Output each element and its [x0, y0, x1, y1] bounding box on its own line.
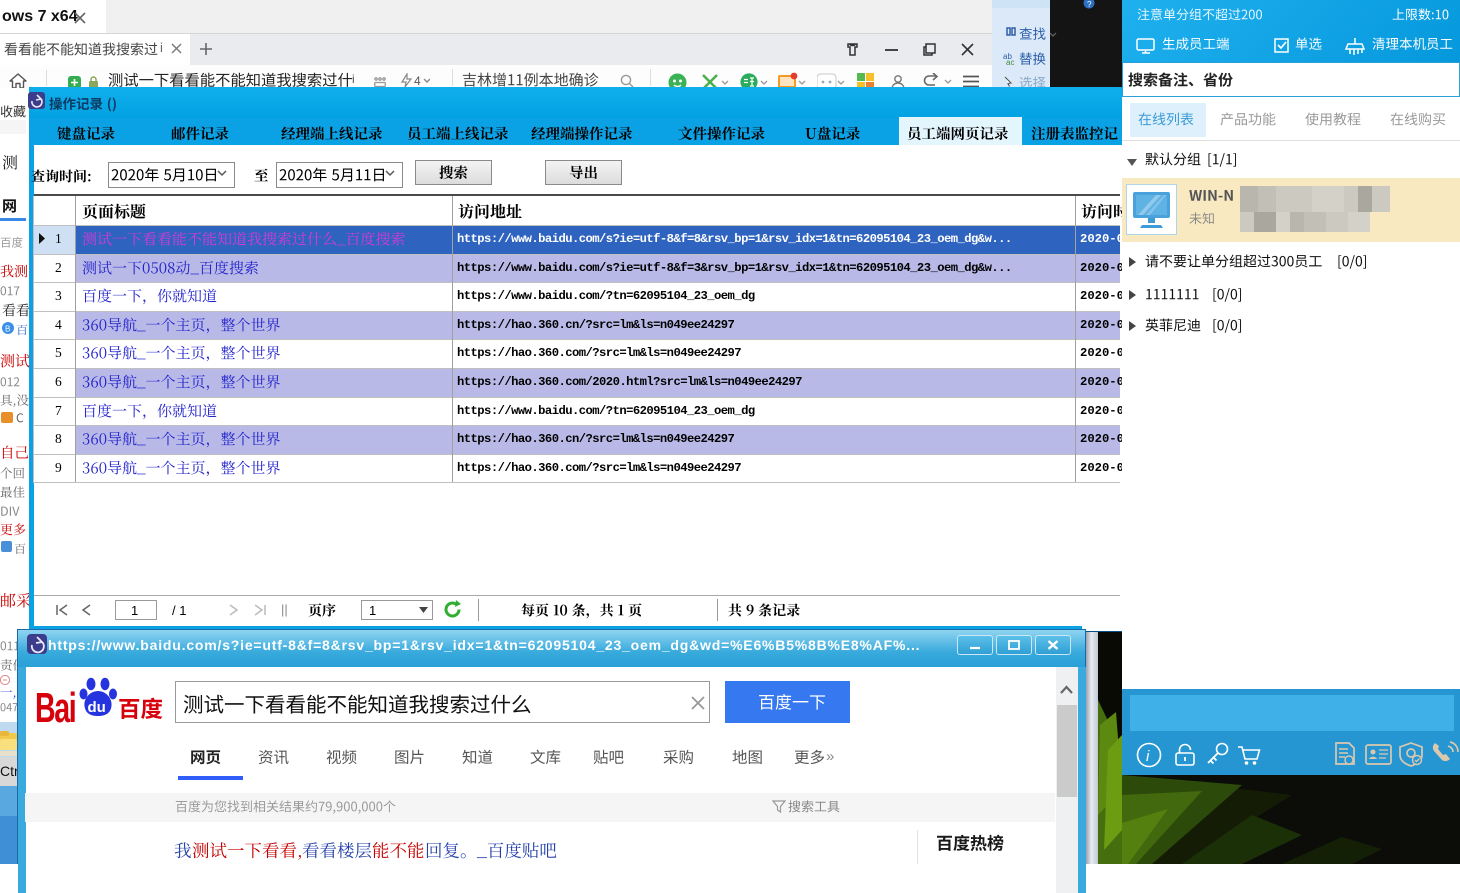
svg-text:i: i [1146, 748, 1150, 765]
svg-text:B: B [5, 325, 10, 334]
svg-text:4: 4 [414, 74, 421, 88]
svg-text:?: ? [1087, 0, 1092, 9]
svg-text:ac: ac [1006, 58, 1014, 65]
svg-text:du: du [88, 699, 106, 716]
